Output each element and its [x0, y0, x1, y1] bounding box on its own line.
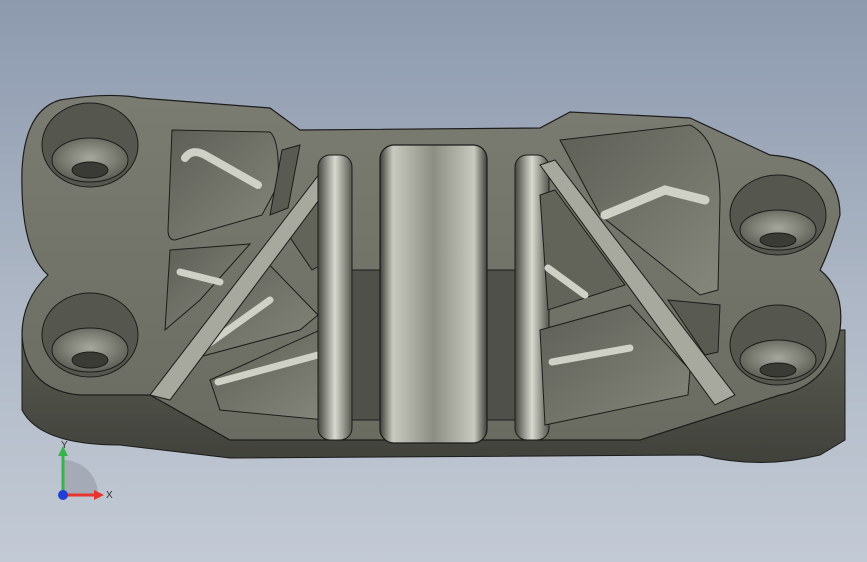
mounting-hole-bottom-right — [729, 304, 827, 386]
central-boss — [379, 144, 488, 444]
mounting-hole-top-right — [729, 174, 827, 256]
rib-center-left — [317, 154, 353, 441]
coordinate-triad: Y X — [58, 440, 113, 501]
mounting-hole-bottom-left — [41, 292, 139, 378]
3d-viewport[interactable]: Y X — [0, 0, 867, 562]
z-axis-dot-icon — [58, 490, 68, 500]
bracket-part-model[interactable] — [0, 0, 867, 562]
mounting-hole-top-left — [41, 102, 139, 188]
x-axis-label: X — [106, 490, 113, 501]
y-axis-label: Y — [61, 440, 68, 451]
